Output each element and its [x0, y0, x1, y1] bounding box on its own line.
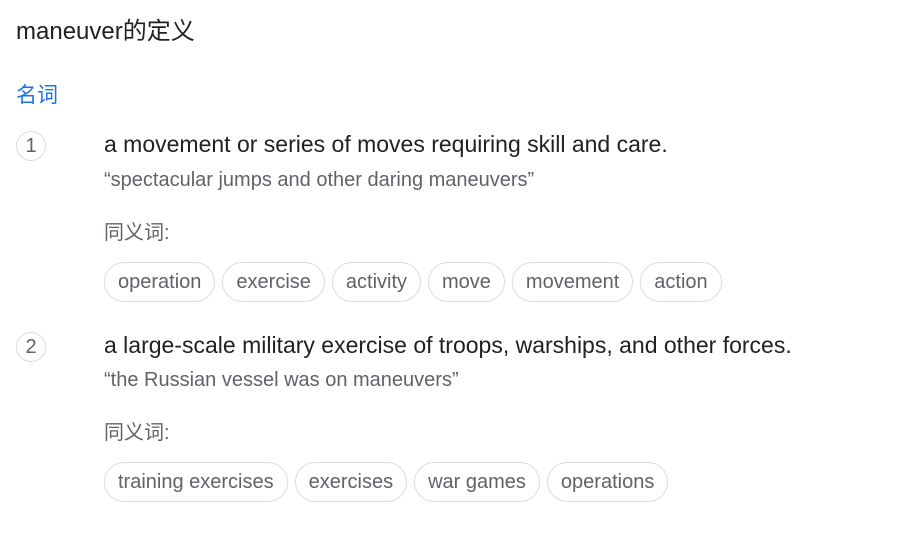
sense-example: “spectacular jumps and other daring mane…: [104, 169, 535, 191]
synonym-chips: operation exercise activity move movemen…: [104, 262, 722, 302]
sense-definition: a large-scale military exercise of troop…: [104, 332, 792, 358]
sense-number: 1: [16, 131, 46, 161]
synonym-chip[interactable]: move: [428, 262, 505, 302]
synonym-chip[interactable]: operations: [546, 462, 669, 502]
part-of-speech-label: 名词: [16, 84, 58, 107]
definition-card: maneuver的定义 名词 1 a movement or series of…: [0, 0, 903, 534]
synonym-chip[interactable]: activity: [331, 262, 422, 302]
synonym-chip[interactable]: exercise: [222, 262, 325, 302]
sense-example: “the Russian vessel was on maneuvers”: [104, 369, 459, 391]
sense-definition: a movement or series of moves requiring …: [104, 131, 668, 157]
definition-title: maneuver的定义: [16, 18, 195, 45]
synonym-chip[interactable]: exercises: [294, 462, 408, 502]
synonym-chip[interactable]: movement: [511, 262, 634, 302]
synonyms-label: 同义词:: [104, 422, 170, 444]
synonym-chip[interactable]: operation: [104, 262, 216, 302]
sense-number: 2: [16, 332, 46, 362]
synonym-chip[interactable]: war games: [414, 462, 540, 502]
synonym-chips: training exercises exercises war games o…: [104, 462, 669, 502]
synonym-chip[interactable]: training exercises: [104, 462, 288, 502]
synonym-chip[interactable]: action: [640, 262, 722, 302]
synonyms-label: 同义词:: [104, 222, 170, 244]
